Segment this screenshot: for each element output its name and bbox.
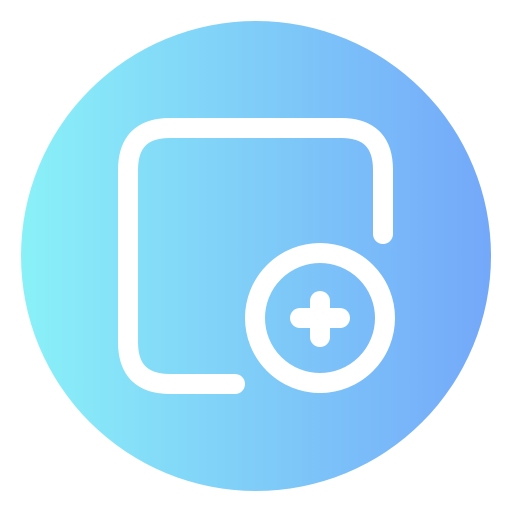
icon-background-circle [21, 21, 491, 491]
add-square-app-icon [0, 0, 512, 512]
add-square-icon [21, 21, 491, 491]
